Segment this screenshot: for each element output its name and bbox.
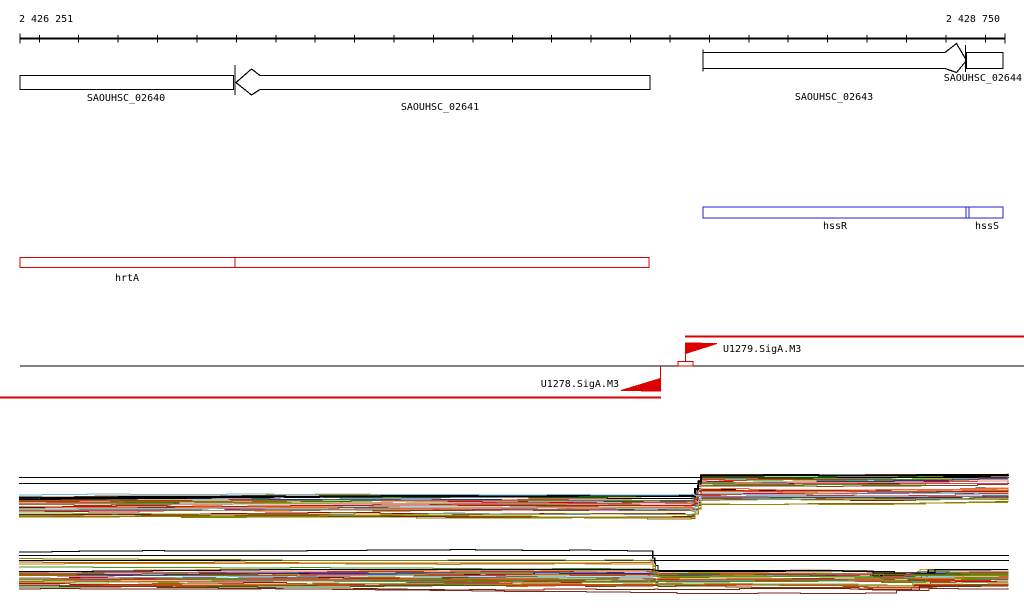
gene-label-saouhsc-02641: SAOUHSC_02641 [401, 102, 479, 113]
gene-label-saouhsc-02644: SAOUHSC_02644 [944, 73, 1022, 84]
expression-profile-panels [19, 473, 1009, 594]
ruler-start-coordinate: 2 426 251 [19, 14, 73, 25]
ruler-end-coordinate: 2 428 750 [946, 14, 1000, 25]
genome-browser-canvas: 2 426 251 2 428 750 SAOUHSC_02640 SAOUHS… [0, 0, 1024, 611]
gene-label-saouhsc-02643: SAOUHSC_02643 [795, 92, 873, 103]
gene-label-hsss: hssS [975, 221, 999, 232]
feature-saouhsc-02643[interactable] [702, 42, 968, 74]
tss-flag-u1279-siga-m3-base-box [677, 360, 694, 367]
tss-label-u1278-siga-m3: U1278.SigA.M3 [541, 379, 619, 390]
tss-flag-track [0, 335, 1024, 399]
feature-saouhsc-02641[interactable] [235, 68, 651, 96]
feature-saouhsc-02640[interactable] [19, 74, 235, 91]
feature-hssr-hsss[interactable] [702, 206, 1004, 219]
coordinate-ruler [19, 33, 1006, 44]
feature-hrta[interactable] [19, 256, 650, 269]
tss-label-u1279-siga-m3: U1279.SigA.M3 [723, 344, 801, 355]
gene-label-saouhsc-02640: SAOUHSC_02640 [87, 93, 165, 104]
gene-label-hrta: hrtA [115, 273, 139, 284]
feature-saouhsc-02644[interactable] [965, 51, 1004, 70]
gene-feature-track [19, 42, 1004, 269]
tss-flag-u1279-siga-m3-pennant-icon[interactable] [685, 342, 718, 355]
tss-flag-u1278-siga-m3-pennant-icon[interactable] [620, 377, 661, 392]
gene-label-hssr: hssR [823, 221, 848, 232]
